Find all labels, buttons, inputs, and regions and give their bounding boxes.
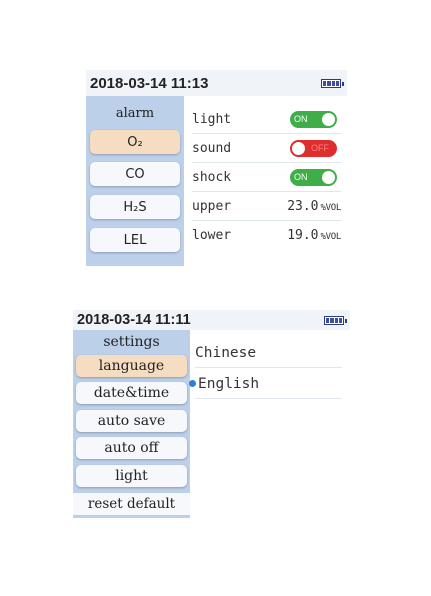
language-option-english[interactable]: English xyxy=(189,369,342,399)
sidebar-title: alarm xyxy=(115,106,155,121)
sidebar-item-o2[interactable]: O₂ xyxy=(90,130,180,154)
toggle-knob xyxy=(322,170,335,184)
datetime: 2018-03-14 11:11 xyxy=(77,312,191,328)
shock-toggle[interactable]: ON xyxy=(290,168,337,186)
shock-toggle-text: ON xyxy=(294,172,308,182)
battery-full-icon xyxy=(324,315,347,325)
battery-full-icon xyxy=(321,78,344,88)
settings-screen: 2018-03-14 11:11 settings language date&… xyxy=(73,310,350,518)
settings-sidebar: settings language date&time auto save au… xyxy=(73,330,190,518)
status-bar: 2018-03-14 11:13 xyxy=(86,70,347,96)
sidebar-title: settings xyxy=(103,334,160,350)
sound-toggle[interactable]: OFF xyxy=(290,139,337,157)
sidebar-item-light[interactable]: light xyxy=(76,465,187,487)
language-label: English xyxy=(198,375,260,392)
lower-row[interactable]: lower 19.0 %VOL xyxy=(192,221,341,250)
alarm-sidebar: alarm O₂ CO H₂S LEL xyxy=(86,96,184,266)
lower-label: lower xyxy=(192,228,232,243)
datetime: 2018-03-14 11:13 xyxy=(90,74,209,92)
selected-dot-icon xyxy=(189,380,196,387)
language-option-chinese[interactable]: Chinese xyxy=(195,338,342,368)
upper-label: upper xyxy=(192,198,232,214)
upper-unit: %VOL xyxy=(320,202,342,213)
sidebar-item-h2s[interactable]: H₂S xyxy=(90,195,180,219)
upper-number: 23.0 xyxy=(287,198,319,214)
status-bar: 2018-03-14 11:11 xyxy=(73,310,350,330)
upper-value[interactable]: 23.0 %VOL xyxy=(287,199,341,214)
sidebar-item-lel[interactable]: LEL xyxy=(90,228,180,252)
sidebar-item-auto-save[interactable]: auto save xyxy=(76,410,187,432)
language-label: Chinese xyxy=(195,344,257,361)
lower-number: 19.0 xyxy=(287,228,319,243)
light-label: light xyxy=(192,111,232,127)
sidebar-item-co[interactable]: CO xyxy=(90,162,180,186)
alarm-screen: 2018-03-14 11:13 alarm O₂ CO H₂S LEL lig… xyxy=(86,70,347,266)
sidebar-item-reset-default[interactable]: reset default xyxy=(73,493,190,515)
shock-label: shock xyxy=(192,169,232,185)
light-toggle[interactable]: ON xyxy=(290,110,337,128)
light-row: light ON xyxy=(192,105,341,134)
sidebar-item-date-time[interactable]: date&time xyxy=(76,382,187,404)
sidebar-item-language[interactable]: language xyxy=(76,355,187,377)
light-toggle-text: ON xyxy=(294,114,308,124)
sidebar-item-auto-off[interactable]: auto off xyxy=(76,437,187,459)
sound-label: sound xyxy=(192,140,232,156)
upper-row[interactable]: upper 23.0 %VOL xyxy=(192,192,341,221)
sound-toggle-text: OFF xyxy=(311,143,329,153)
toggle-knob xyxy=(322,112,335,126)
sound-row: sound OFF xyxy=(192,134,341,163)
toggle-knob xyxy=(292,141,305,155)
lower-value[interactable]: 19.0 %VOL xyxy=(287,228,341,243)
shock-row: shock ON xyxy=(192,163,341,192)
lower-unit: %VOL xyxy=(320,232,342,242)
